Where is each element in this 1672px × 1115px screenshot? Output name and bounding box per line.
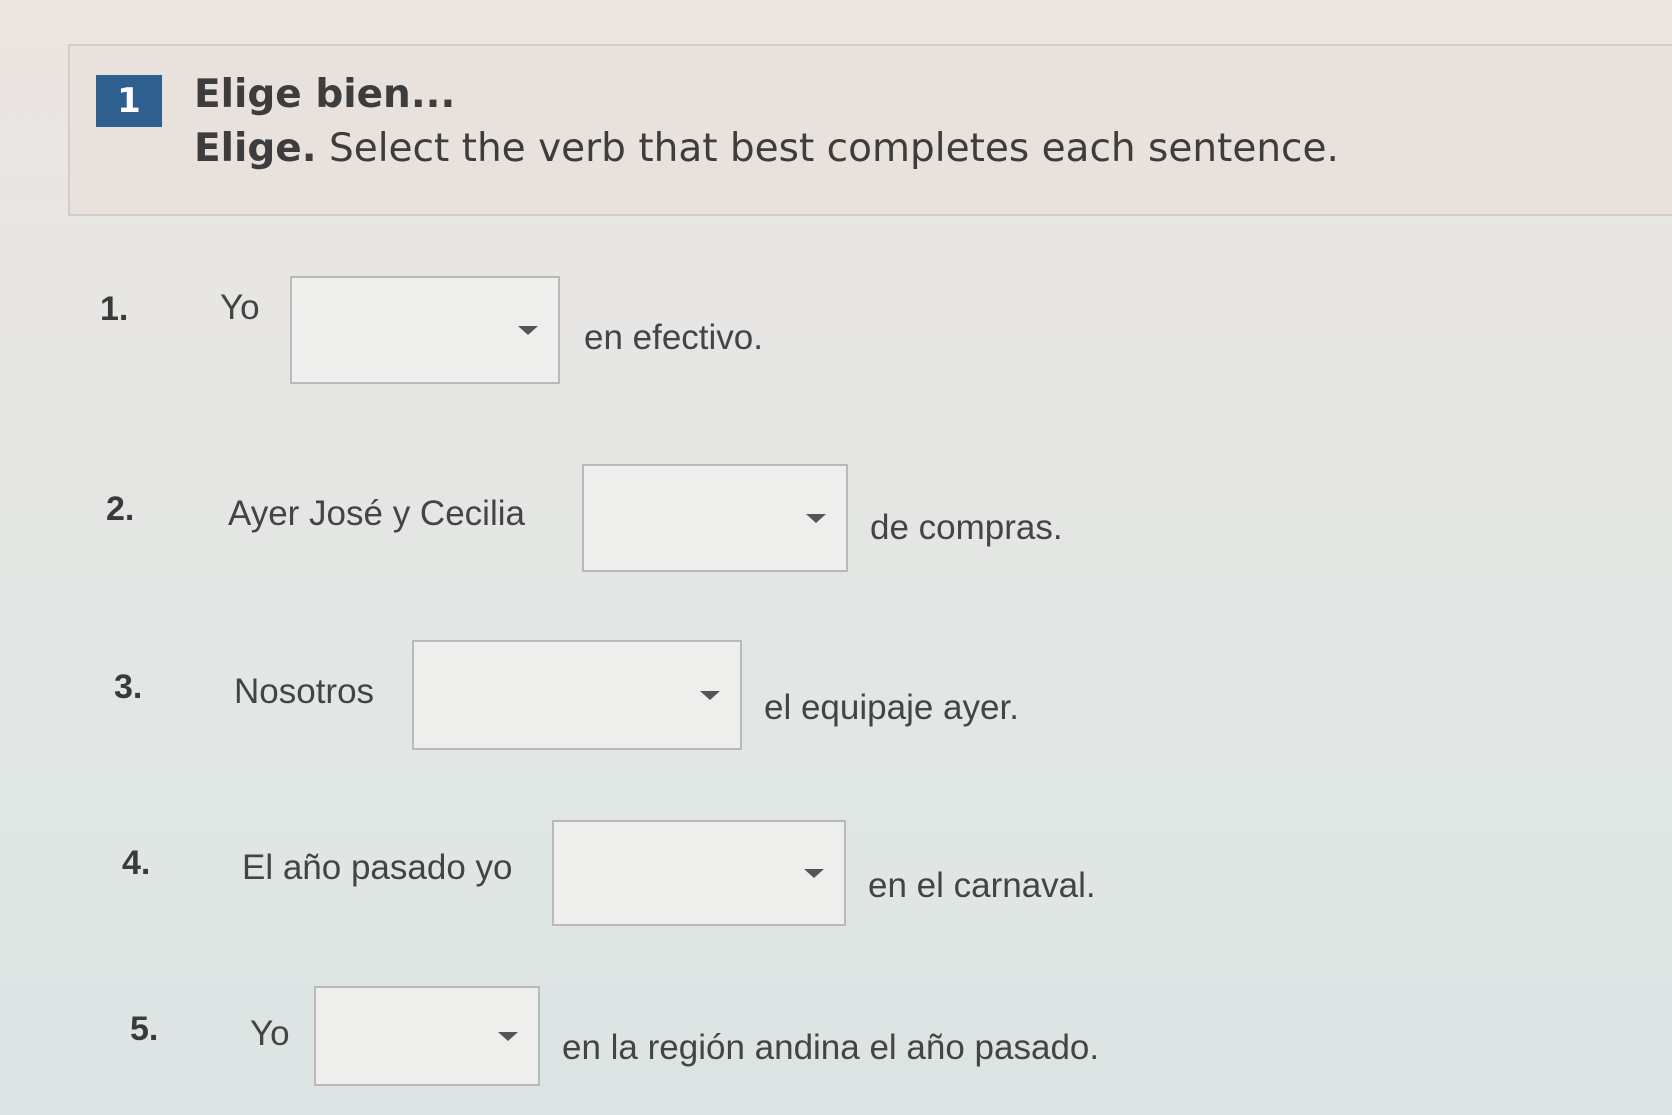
question-text-after: en el carnaval.	[868, 866, 1096, 905]
question-text-before: Yo	[250, 1014, 290, 1053]
question-text-after: en efectivo.	[584, 318, 763, 357]
question-number: 2.	[106, 490, 135, 528]
exercise-instruction: Elige. Select the verb that best complet…	[194, 126, 1339, 171]
chevron-down-icon	[806, 514, 826, 523]
chevron-down-icon	[700, 691, 720, 700]
exercise-title: Elige bien...	[194, 72, 456, 117]
verb-select-3[interactable]	[412, 640, 742, 750]
question-number: 5.	[130, 1010, 159, 1048]
verb-select-4[interactable]	[552, 820, 846, 926]
instruction-bold: Elige.	[194, 126, 317, 171]
question-text-after: en la región andina el año pasado.	[562, 1028, 1100, 1067]
verb-select-2[interactable]	[582, 464, 848, 572]
chevron-down-icon	[498, 1032, 518, 1041]
question-text-before: Yo	[220, 288, 260, 327]
question-number: 3.	[114, 668, 143, 706]
chevron-down-icon	[518, 326, 538, 335]
verb-select-5[interactable]	[314, 986, 540, 1086]
chevron-down-icon	[804, 869, 824, 878]
question-text-after: el equipaje ayer.	[764, 688, 1019, 727]
question-text-before: El año pasado yo	[242, 848, 513, 887]
question-text-after: de compras.	[870, 508, 1063, 547]
instruction-text: Select the verb that best completes each…	[316, 126, 1339, 171]
question-text-before: Nosotros	[234, 672, 375, 711]
exercise-page: 1 Elige bien... Elige. Select the verb t…	[14, 0, 1672, 1115]
question-text-before: Ayer José y Cecilia	[228, 494, 525, 533]
question-number: 4.	[122, 844, 151, 882]
exercise-number-badge: 1	[96, 75, 162, 127]
question-number: 1.	[100, 290, 129, 328]
verb-select-1[interactable]	[290, 276, 560, 384]
